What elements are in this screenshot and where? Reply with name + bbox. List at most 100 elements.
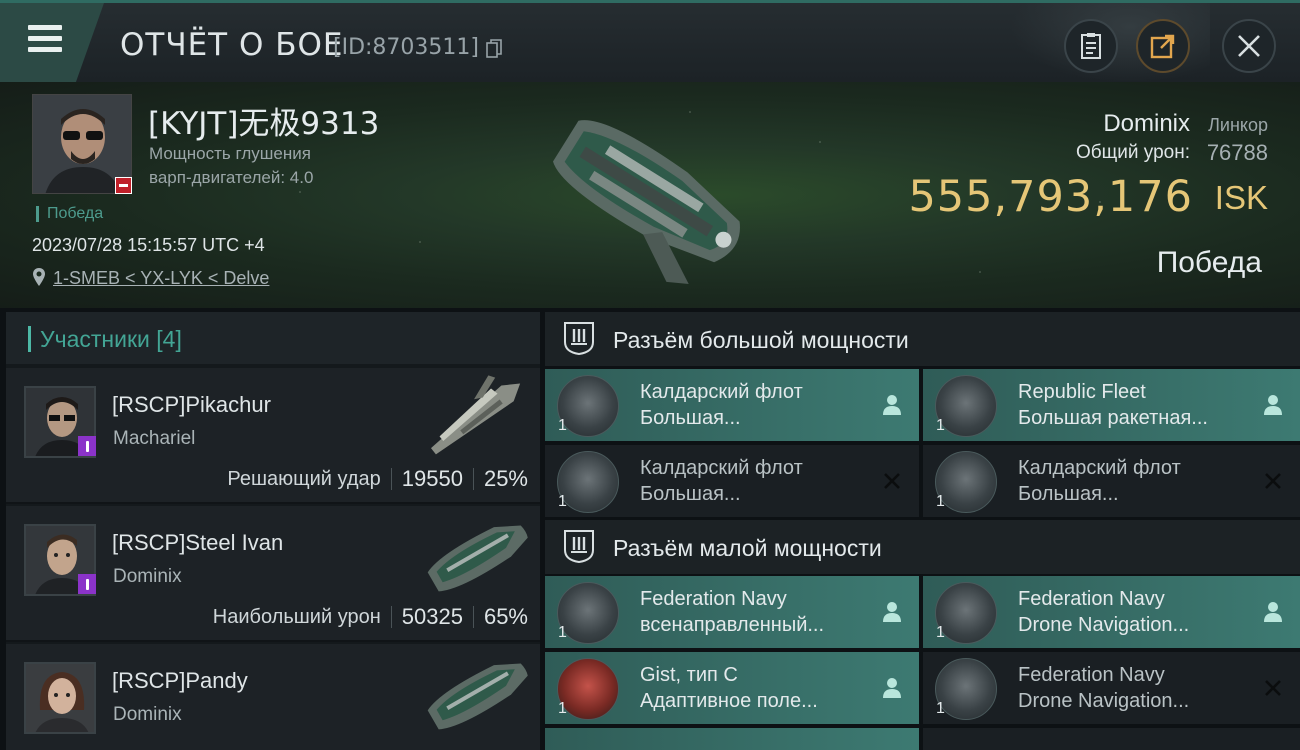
module-name-line1: Federation Navy [640, 588, 787, 610]
victim-name[interactable]: [KYJT]无极9313 [148, 98, 379, 143]
module-name-line1: Republic Fleet [1018, 381, 1146, 403]
participants-header[interactable]: Участники [4] [6, 312, 540, 364]
high-slots-title: Разъём большой мощности [613, 327, 909, 353]
module-name-line1: Калдарский флот [1018, 457, 1181, 479]
hostile-badge [115, 177, 132, 194]
participant-name[interactable]: [RSCP]Pikachur [112, 392, 271, 418]
participant-ship-image [427, 525, 528, 592]
module-name-line1: Калдарский флот [640, 457, 803, 479]
victim-ship-image[interactable] [530, 100, 770, 290]
module-name-line1: Federation Navy [1018, 588, 1165, 610]
module-name-line1: Калдарский флот [640, 381, 803, 403]
dropped-person-icon [1264, 395, 1282, 415]
kill-datetime: 2023/07/28 15:15:57 UTC +4 [32, 235, 265, 255]
dropped-person-icon [883, 678, 901, 698]
module-name-line2: Адаптивное поле... [640, 690, 818, 712]
destroyed-x-icon [1265, 680, 1281, 696]
participant-row[interactable]: [RSCP]Steel Ivan Dominix Наибольший урон… [6, 506, 540, 642]
participant-damage: 19550 [401, 466, 463, 491]
module-slot[interactable]: 1 Калдарский флот Большая... [545, 445, 919, 517]
module-name-line1: Federation Navy [1018, 664, 1165, 686]
stats-divider [390, 606, 392, 628]
isk-value: 555,793,176 [908, 172, 1193, 222]
close-button[interactable] [1222, 19, 1276, 73]
share-icon [1150, 34, 1175, 59]
module-name-line2: Большая ракетная... [1018, 407, 1208, 429]
module-name-line1: Gist, тип C [640, 664, 738, 686]
participant-row[interactable]: [RSCP]Pikachur Machariel Решающий удар 1… [6, 368, 540, 504]
high-slot-icon [564, 322, 594, 356]
stats-divider [472, 468, 474, 490]
participant-ship: Dominix [113, 704, 182, 725]
module-name-line2: Drone Navigation... [1018, 614, 1190, 636]
participant-ship: Dominix [113, 566, 182, 587]
module-slot[interactable]: 1 Federation Navy Drone Navigation... [923, 576, 1300, 648]
module-quantity: 1 [558, 700, 567, 717]
participant-percent: 25% [483, 466, 528, 491]
participants-panel: Участники [4] [RSCP]Pikachur Machariel Р… [6, 312, 540, 750]
dropped-person-icon [1264, 602, 1282, 622]
module-slot[interactable]: 1 Republic Fleet Большая ракетная... [923, 369, 1300, 441]
module-quantity: 1 [558, 417, 567, 434]
total-damage-label: Общий урон: [1076, 142, 1190, 163]
module-name-line2: всенаправленный... [640, 614, 825, 636]
share-button[interactable] [1136, 19, 1190, 73]
participants-title: Участники [4] [40, 326, 182, 352]
clipboard-button[interactable] [1064, 19, 1118, 73]
dropped-person-icon [883, 602, 901, 622]
module-slot[interactable]: 1 Federation Navy Drone Navigation... [923, 652, 1300, 724]
module-slot[interactable]: 1 Калдарский флот Большая... [923, 445, 1300, 517]
copy-icon[interactable] [486, 39, 502, 59]
stats-divider [472, 606, 474, 628]
low-slots-title: Разъём малой мощности [613, 535, 882, 561]
module-quantity: 1 [558, 624, 567, 641]
module-name-line2: Большая... [640, 407, 741, 429]
participant-role: Решающий удар [227, 467, 381, 490]
stats-divider [390, 468, 392, 490]
module-slot-partial[interactable] [923, 728, 1300, 750]
corp-role-badge [78, 574, 96, 594]
module-name-line2: Большая... [1018, 483, 1119, 505]
participants-header-accent [28, 326, 31, 352]
low-slots-header: Разъём малой мощности [545, 520, 1300, 574]
total-damage-value: 76788 [1206, 140, 1268, 165]
module-name-line2: Большая... [640, 483, 741, 505]
low-slot-icon [564, 530, 594, 564]
battle-result: Победа [1156, 246, 1262, 279]
victim-attribute-line2: варп-двигателей: 4.0 [149, 168, 314, 187]
module-quantity: 1 [936, 417, 945, 434]
page-title: ОТЧЁТ О БОЕ [120, 27, 344, 63]
participant-role: Наибольший урон [212, 605, 381, 628]
module-slot-partial[interactable] [545, 728, 919, 750]
module-quantity: 1 [936, 700, 945, 717]
participant-stats: Решающий удар 19550 25% [227, 466, 528, 492]
kill-summary: [KYJT]无极9313 Мощность глушения варп-двиг… [0, 82, 1300, 308]
close-icon [1238, 35, 1260, 57]
participant-damage: 50325 [401, 604, 463, 629]
participant-row[interactable]: [RSCP]Pandy Dominix [6, 644, 540, 750]
module-quantity: 1 [936, 493, 945, 510]
report-id: [ID:8703511] [333, 35, 479, 60]
module-slot[interactable]: 1 Gist, тип C Адаптивное поле... [545, 652, 919, 724]
fitting-panel: Разъём большой мощности 1 Калдарский фло… [545, 312, 1300, 750]
participant-ship-image [430, 375, 521, 455]
participant-ship: Machariel [113, 428, 196, 449]
participant-name[interactable]: [RSCP]Pandy [112, 668, 248, 694]
participant-percent: 65% [483, 604, 528, 629]
clipboard-icon [1081, 33, 1101, 59]
participant-name[interactable]: [RSCP]Steel Ivan [112, 530, 283, 556]
module-slot[interactable]: 1 Калдарский флот Большая... [545, 369, 919, 441]
menu-button[interactable] [0, 3, 104, 85]
destroyed-x-icon [1265, 473, 1281, 489]
participant-stats: Наибольший урон 50325 65% [213, 604, 528, 630]
location-pin-icon [33, 268, 45, 286]
victim-ship-name: Dominix [1103, 110, 1190, 137]
corp-role-badge [78, 436, 96, 456]
module-slot[interactable]: 1 Federation Navy всенаправленный... [545, 576, 919, 648]
location-link[interactable]: 1-SMEB < YX-LYK < Delve [53, 268, 269, 289]
module-quantity: 1 [558, 493, 567, 510]
participant-ship-image [427, 663, 528, 730]
participant-portrait [26, 664, 94, 732]
participant-avatar[interactable] [24, 662, 96, 734]
module-name-line2: Drone Navigation... [1018, 690, 1190, 712]
